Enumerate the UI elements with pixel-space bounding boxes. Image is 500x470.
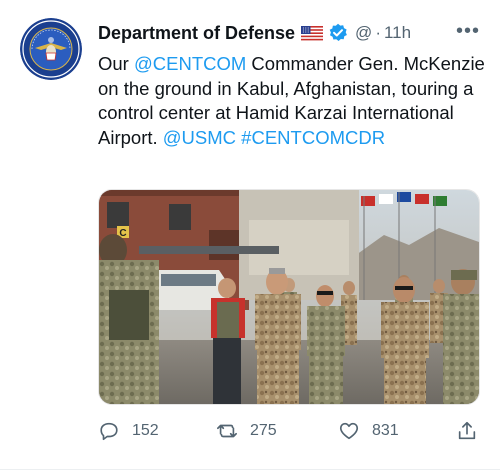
heart-icon [339, 422, 359, 440]
reply-icon [100, 422, 118, 441]
reply-button[interactable]: 152 [98, 420, 159, 442]
author-handle[interactable]: @ [355, 23, 372, 43]
like-count: 831 [372, 422, 399, 439]
dod-seal-logo [20, 18, 82, 80]
author-name[interactable]: Department of Defense [98, 23, 295, 44]
tweet-header: Department of Defense @ · 11h ••• [98, 20, 486, 46]
separator-dot: · [375, 23, 381, 42]
mention-usmc-link[interactable]: @USMC [163, 127, 236, 148]
text-segment: Our [98, 53, 134, 74]
tweet-actions: 152 275 831 [98, 420, 482, 446]
share-button[interactable] [456, 420, 478, 442]
avatar[interactable] [20, 18, 82, 80]
more-options-icon[interactable]: ••• [456, 20, 480, 43]
verified-badge-icon [328, 23, 348, 43]
mention-centcom-link[interactable]: @CENTCOM [134, 53, 246, 74]
retweet-count: 275 [250, 422, 277, 439]
tweet-text: Our @CENTCOM Commander Gen. McKenzie on … [98, 52, 488, 150]
retweet-icon [217, 424, 237, 438]
reply-count: 152 [132, 422, 159, 439]
share-icon [458, 421, 476, 440]
retweet-button[interactable]: 275 [216, 420, 277, 442]
photo-image: C [99, 190, 479, 404]
timestamp[interactable]: 11h [384, 23, 411, 43]
us-flag-icon [301, 25, 324, 41]
tweet-photo[interactable]: C [98, 189, 480, 405]
like-button[interactable]: 831 [338, 420, 399, 442]
hashtag-centcomcdr-link[interactable]: #CENTCOMCDR [236, 127, 385, 148]
tweet-card[interactable]: Department of Defense @ · 11h ••• Our @C… [0, 0, 500, 470]
